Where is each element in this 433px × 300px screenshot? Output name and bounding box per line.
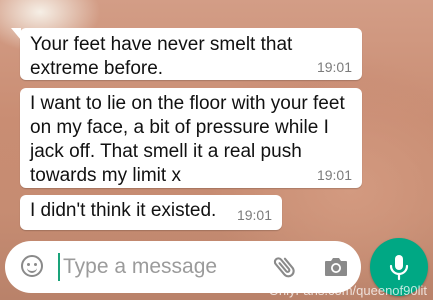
text-cursor <box>58 253 60 281</box>
bubble-tail <box>11 28 21 40</box>
watermark-text: OnlyFans.com/queenof90lit <box>268 283 427 298</box>
message-timestamp: 19:01 <box>316 59 352 75</box>
message-text: Your feet have never smelt that extreme … <box>30 34 293 79</box>
message-text: I want to lie on the floor with your fee… <box>30 93 345 186</box>
message-input[interactable] <box>63 252 263 282</box>
message-timestamp: 19:01 <box>236 207 272 223</box>
message-bubble[interactable]: I want to lie on the floor with your fee… <box>20 88 362 188</box>
message-bubble[interactable]: I didn't think it existed. 19:01 <box>20 195 282 230</box>
microphone-icon <box>389 255 409 281</box>
message-text: I didn't think it existed. <box>30 200 217 221</box>
message-bubble[interactable]: Your feet have never smelt that extreme … <box>11 28 362 80</box>
attach-paperclip-icon[interactable] <box>271 253 299 281</box>
message-timestamp: 19:01 <box>316 167 352 183</box>
emoji-icon[interactable] <box>21 255 43 277</box>
camera-icon[interactable] <box>323 255 349 279</box>
